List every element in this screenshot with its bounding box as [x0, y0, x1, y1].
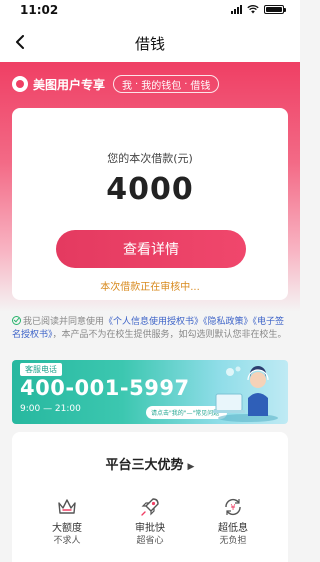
svg-text:¥: ¥ [230, 503, 235, 512]
status-time: 11:02 [20, 3, 59, 17]
service-phone: 400-001-5997 [20, 376, 190, 400]
personal-info-auth-link[interactable]: 《个人信息使用授权书》 [104, 317, 203, 327]
status-bar: 11:02 [0, 0, 300, 22]
service-tag: 客服电话 [20, 363, 62, 376]
battery-icon [264, 5, 286, 14]
breadcrumb-item: 借钱 [190, 80, 211, 92]
review-status-text: 本次借款正在审核中... [100, 282, 200, 293]
advantage-item: 审批快 超省心 [115, 496, 185, 547]
advantage-main: 超低息 [218, 523, 248, 534]
customer-service-banner[interactable]: 客服电话 400-001-5997 9:00 — 21:00 请点击"我的"—"… [12, 360, 288, 424]
advantage-main: 审批快 [135, 523, 165, 534]
service-hours: 9:00 — 21:00 [20, 404, 81, 414]
brand-logo-icon [12, 76, 28, 92]
advantage-item: ¥ 超低息 无负担 [198, 496, 268, 547]
nav-bar: 借钱 [0, 22, 300, 62]
breadcrumb-separator: · [184, 78, 188, 90]
status-icons [231, 5, 286, 14]
advantages-card: 平台三大优势 ▶ 大额度 不求人 审批快 超省心 ¥ 超低息 无负担 [12, 432, 288, 562]
agreement-prefix: 我已阅读并同意使用 [23, 317, 105, 327]
chevron-right-icon: ▶ [187, 462, 195, 472]
advantages-title-text: 平台三大优势 [105, 458, 184, 473]
brand-row: 美图用户专享 我 · 我的钱包 · 借钱 [12, 74, 220, 94]
loan-amount: 4000 [106, 172, 194, 207]
breadcrumb-item[interactable]: 我 [122, 77, 132, 92]
support-agent-illustration [213, 366, 278, 422]
advantages-title[interactable]: 平台三大优势 ▶ [12, 454, 288, 473]
signal-icon [231, 5, 242, 14]
breadcrumb: 我 · 我的钱包 · 借钱 [113, 75, 220, 93]
view-details-button[interactable]: 查看详情 [56, 230, 246, 268]
advantage-sub: 超省心 [136, 536, 164, 546]
loan-card: 您的本次借款(元) 4000 查看详情 本次借款正在审核中... [12, 108, 288, 300]
breadcrumb-item[interactable]: 我的钱包 [141, 77, 181, 92]
breadcrumb-separator: · [135, 78, 139, 90]
advantage-sub: 不求人 [53, 536, 81, 546]
crown-icon [58, 499, 76, 514]
privacy-policy-link[interactable]: 《隐私政策》 [203, 317, 253, 327]
page-title: 借钱 [134, 35, 165, 53]
wifi-icon [247, 5, 259, 14]
advantage-main: 大额度 [52, 523, 82, 534]
agreement-checkbox[interactable] [12, 316, 21, 325]
advantage-item: 大额度 不求人 [32, 496, 102, 547]
advantage-sub: 无负担 [219, 536, 247, 546]
agreement-text: 我已阅读并同意使用《个人信息使用授权书》《隐私政策》《电子签名授权书》，本产品不… [12, 316, 290, 342]
brand-name: 美图用户专享 [33, 77, 106, 92]
yen-cycle-icon: ¥ [225, 498, 241, 516]
loan-amount-label: 您的本次借款(元) [107, 152, 193, 165]
rocket-icon [141, 498, 159, 516]
agreement-suffix: ，本产品不为在校生提供服务，如勾选则默认您非在校生。 [52, 330, 287, 340]
